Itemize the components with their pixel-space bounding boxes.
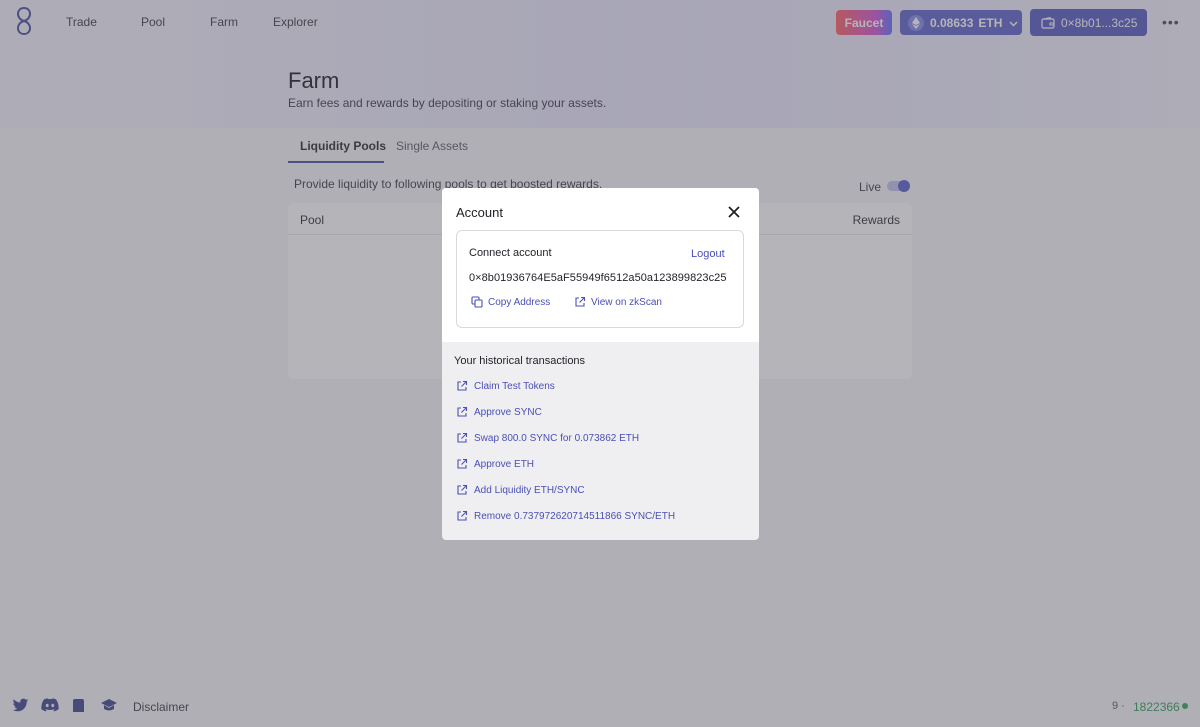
copy-address-button[interactable]: Copy Address (471, 296, 550, 308)
modal-title: Account (456, 205, 503, 220)
logout-button[interactable]: Logout (691, 248, 725, 260)
external-link-icon (457, 510, 468, 521)
transaction-label: Add Liquidity ETH/SYNC (474, 484, 585, 496)
transaction-label: Claim Test Tokens (474, 380, 555, 392)
account-address: 0×8b01936764E5aF55949f6512a50a123899823c… (469, 272, 727, 284)
external-link-icon (457, 380, 468, 391)
transaction-item[interactable]: Claim Test Tokens (456, 380, 555, 392)
transaction-item[interactable]: Approve ETH (456, 458, 534, 470)
account-modal: Account Connect account Logout 0×8b01936… (442, 188, 759, 540)
external-link-icon (457, 484, 468, 495)
copy-address-label: Copy Address (488, 296, 551, 308)
external-link-icon (575, 296, 586, 307)
close-icon[interactable] (727, 205, 741, 219)
modal-account-section: Account Connect account Logout 0×8b01936… (442, 188, 759, 342)
transaction-label: Approve SYNC (474, 406, 542, 418)
connect-account-label: Connect account (469, 247, 552, 259)
transaction-label: Swap 800.0 SYNC for 0.073862 ETH (474, 432, 640, 444)
external-link-icon (457, 432, 468, 443)
transaction-label: Approve ETH (474, 458, 535, 470)
external-link-icon (457, 406, 468, 417)
view-on-zkscan-button[interactable]: View on zkScan (574, 296, 662, 308)
transaction-item[interactable]: Add Liquidity ETH/SYNC (456, 484, 585, 496)
account-box: Connect account Logout 0×8b01936764E5aF5… (456, 230, 744, 328)
transaction-item[interactable]: Approve SYNC (456, 406, 542, 418)
copy-icon (471, 296, 483, 308)
history-title: Your historical transactions (454, 355, 586, 367)
transaction-item[interactable]: Swap 800.0 SYNC for 0.073862 ETH (456, 432, 639, 444)
view-on-zkscan-label: View on zkScan (591, 296, 662, 308)
transaction-item[interactable]: Remove 0.737972620714511866 SYNC/ETH (456, 510, 675, 522)
transaction-label: Remove 0.737972620714511866 SYNC/ETH (474, 510, 676, 522)
external-link-icon (457, 458, 468, 469)
